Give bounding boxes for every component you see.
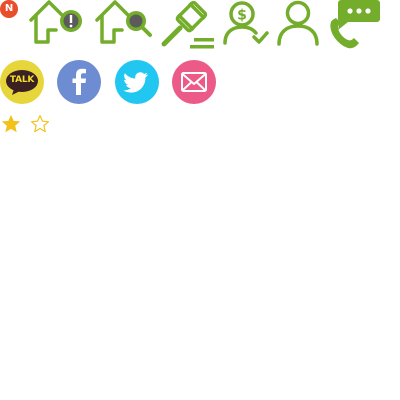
svg-text:$: $: [237, 8, 247, 24]
rating-star-empty[interactable]: [29, 113, 51, 140]
twitter-icon: [123, 72, 148, 93]
user-icon[interactable]: [276, 0, 320, 46]
auction-gavel-icon[interactable]: [160, 0, 216, 50]
home-alert-icon[interactable]: [28, 0, 84, 44]
notification-badge[interactable]: N: [0, 0, 18, 18]
home-search-icon[interactable]: [94, 0, 154, 44]
rating-star-filled[interactable]: [0, 113, 22, 140]
notification-badge-text: N: [4, 3, 14, 14]
facebook-icon: [72, 68, 86, 95]
kakaotalk-share-button[interactable]: TALK: [0, 60, 44, 104]
user-dollar-verified-icon[interactable]: $: [222, 0, 270, 46]
email-icon: [181, 72, 207, 92]
twitter-share-button[interactable]: [115, 60, 159, 104]
email-share-button[interactable]: [172, 60, 216, 104]
star-outline-icon: [30, 114, 50, 133]
kakaotalk-label: TALK: [9, 75, 35, 85]
facebook-share-button[interactable]: [57, 60, 101, 104]
star-filled-icon: [1, 114, 21, 133]
phone-chat-icon[interactable]: [326, 0, 382, 52]
